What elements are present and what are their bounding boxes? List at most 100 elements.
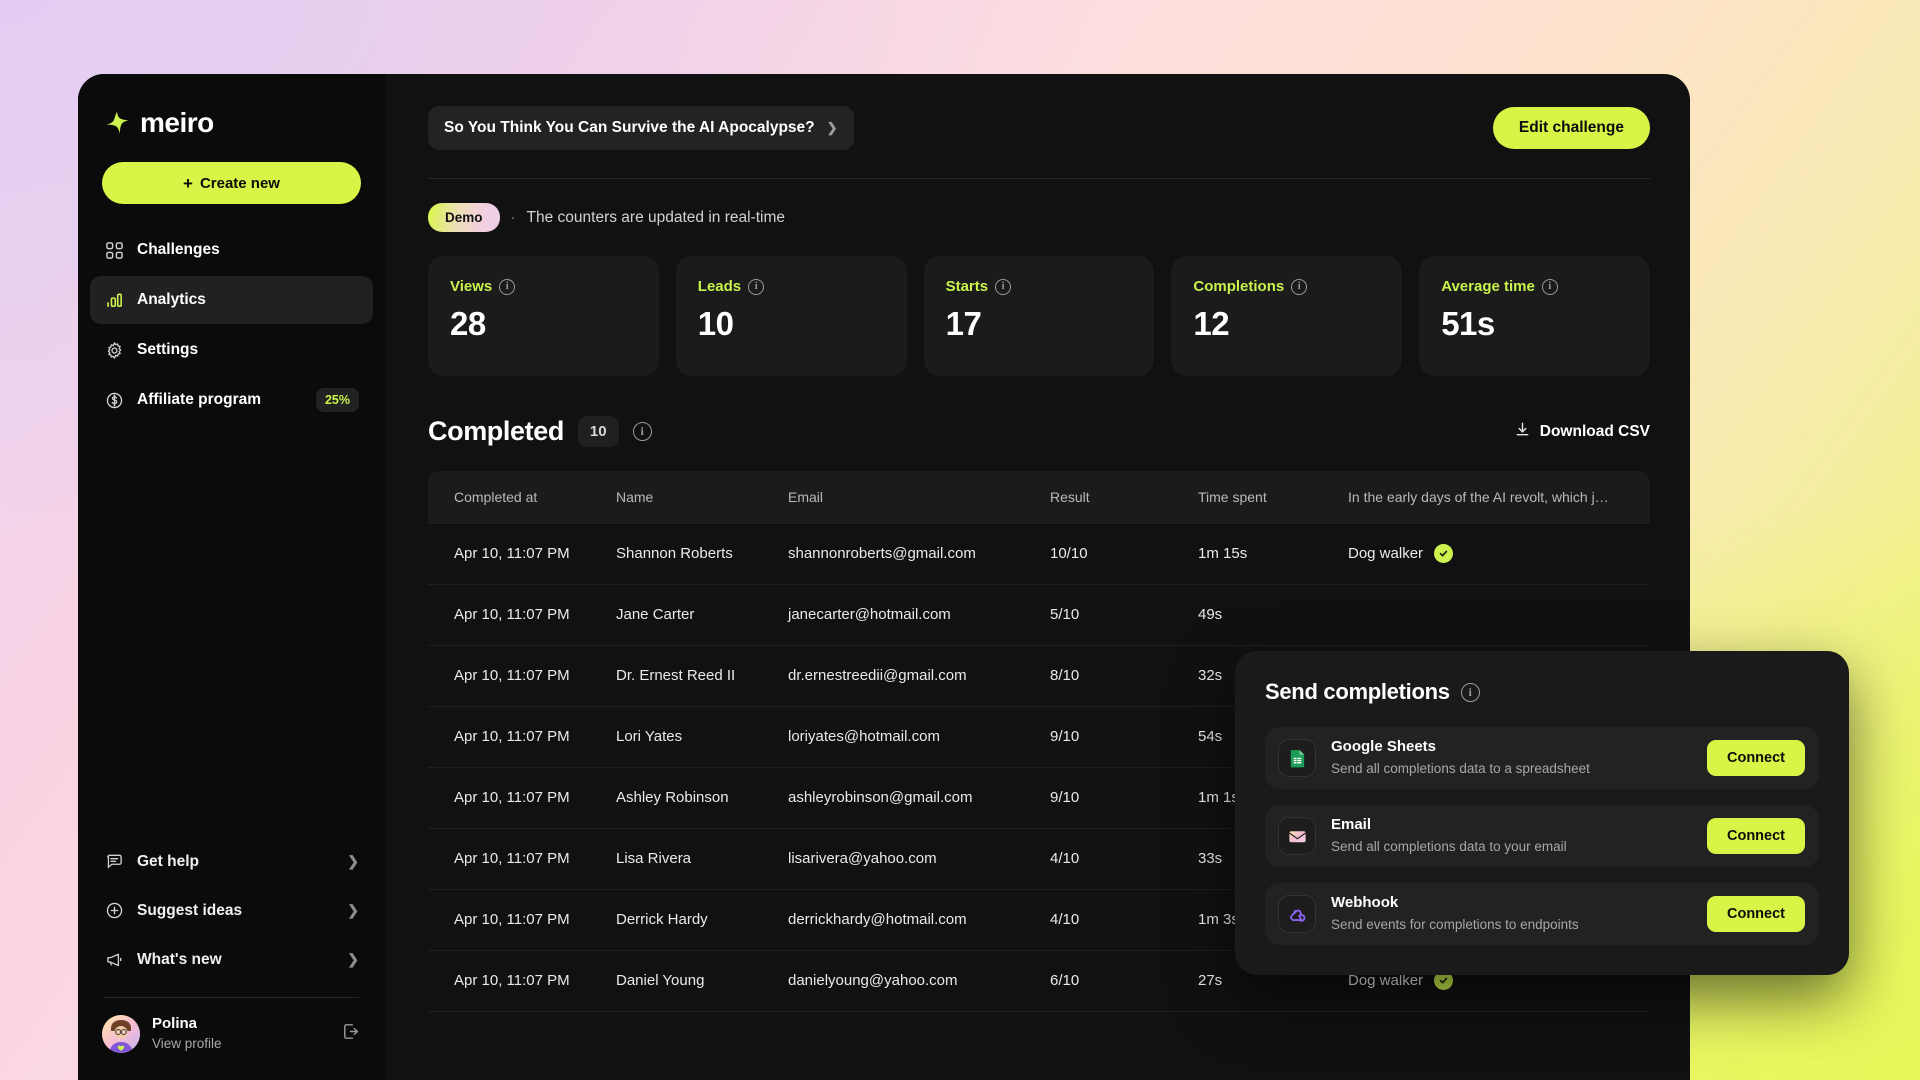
cell-result: 8/10	[1024, 645, 1172, 707]
challenge-name: So You Think You Can Survive the AI Apoc…	[444, 119, 815, 136]
send-completions-panel: Send completions i Google Sheets Send al…	[1235, 651, 1849, 975]
column-header-question[interactable]: In the early days of the AI revolt, whic…	[1322, 471, 1650, 523]
sidebar-item-analytics[interactable]: Analytics	[90, 276, 373, 324]
cell-email: dr.ernestreedii@gmail.com	[762, 645, 1024, 707]
chat-bubble-icon	[104, 852, 124, 872]
table-header: Completed at Name Email Result Time spen…	[428, 471, 1650, 523]
brand[interactable]: meiro	[78, 74, 385, 140]
dollar-circle-icon	[104, 390, 124, 410]
cell-result: 4/10	[1024, 828, 1172, 890]
column-header-result[interactable]: Result	[1024, 471, 1172, 523]
cell-completed-at: Apr 10, 11:07 PM	[428, 584, 590, 646]
cell-email: danielyoung@yahoo.com	[762, 950, 1024, 1012]
cell-completed-at: Apr 10, 11:07 PM	[428, 828, 590, 890]
info-icon[interactable]: i	[499, 278, 516, 295]
chevron-down-icon: ❯	[826, 120, 838, 135]
stat-card-leads: Leads i 10	[675, 256, 907, 376]
column-header-completed-at[interactable]: Completed at	[428, 471, 590, 523]
user-profile[interactable]: Polina View profile	[78, 998, 385, 1080]
cell-time-spent: 1m 15s	[1172, 522, 1322, 585]
cell-completed-at: Apr 10, 11:07 PM	[428, 522, 590, 585]
plus-circle-icon	[104, 901, 124, 921]
integration-name: Email	[1331, 816, 1372, 834]
cell-email: loriyates@hotmail.com	[762, 706, 1024, 768]
connect-button-webhook[interactable]: Connect	[1707, 896, 1805, 932]
column-header-email[interactable]: Email	[762, 471, 1024, 523]
edit-challenge-button[interactable]: Edit challenge	[1492, 107, 1650, 149]
secondary-nav: Get help ❯ Suggest ideas ❯ What's new ❯	[78, 838, 385, 983]
stat-label: Views	[450, 278, 493, 295]
google-sheets-icon	[1278, 739, 1316, 777]
demo-notice: Demo · The counters are updated in real-…	[385, 179, 1690, 232]
create-new-button[interactable]: + Create new	[102, 162, 361, 204]
profile-subtitle: View profile	[152, 1036, 222, 1051]
profile-name: Polina	[152, 1015, 198, 1032]
download-csv-button[interactable]: Download CSV	[1514, 421, 1650, 443]
cell-result: 4/10	[1024, 889, 1172, 951]
integration-description: Send all completions data to your email	[1331, 839, 1567, 854]
logout-icon[interactable]	[340, 1021, 361, 1047]
sidebar-item-label: Settings	[137, 341, 199, 358]
stat-label: Average time	[1441, 278, 1535, 295]
integration-description: Send events for completions to endpoints	[1331, 917, 1579, 932]
stat-label: Completions	[1193, 278, 1285, 295]
cell-completed-at: Apr 10, 11:07 PM	[428, 767, 590, 829]
sidebar-item-label: Analytics	[137, 291, 206, 308]
info-icon[interactable]: i	[995, 278, 1012, 295]
separator-dot: ·	[510, 209, 516, 226]
info-icon[interactable]: i	[1291, 278, 1308, 295]
cell-result: 9/10	[1024, 706, 1172, 768]
table-row[interactable]: Apr 10, 11:07 PM Jane Carter janecarter@…	[428, 584, 1650, 646]
info-icon[interactable]: i	[632, 422, 652, 441]
sidebar-item-settings[interactable]: Settings	[90, 326, 373, 374]
sidebar-item-get-help[interactable]: Get help ❯	[90, 838, 373, 885]
stat-card-average-time: Average time i 51s	[1419, 256, 1650, 376]
sparkle-icon	[104, 110, 130, 136]
realtime-note: The counters are updated in real-time	[526, 208, 785, 226]
info-icon[interactable]: i	[1541, 278, 1558, 295]
cell-result: 9/10	[1024, 767, 1172, 829]
stat-label: Starts	[945, 278, 989, 295]
primary-nav: Challenges Analytics Settings Affiliate …	[78, 226, 385, 424]
cell-name: Shannon Roberts	[590, 522, 762, 585]
sidebar-item-challenges[interactable]: Challenges	[90, 226, 373, 274]
webhook-icon	[1278, 895, 1316, 933]
integration-description: Send all completions data to a spreadshe…	[1331, 761, 1590, 776]
cell-result: 6/10	[1024, 950, 1172, 1012]
info-icon[interactable]: i	[1460, 682, 1480, 702]
avatar	[102, 1015, 140, 1053]
stats-row: Views i 28 Leads i 10 Starts i 17 Comple…	[385, 232, 1690, 376]
cell-answer	[1322, 584, 1650, 646]
connect-button-google-sheets[interactable]: Connect	[1707, 740, 1805, 776]
bar-chart-icon	[104, 290, 124, 310]
column-header-time-spent[interactable]: Time spent	[1172, 471, 1322, 523]
integration-google-sheets: Google Sheets Send all completions data …	[1265, 727, 1819, 789]
stat-value: 10	[697, 305, 734, 342]
connect-button-email[interactable]: Connect	[1707, 818, 1805, 854]
integration-email: Email Send all completions data to your …	[1265, 805, 1819, 867]
cell-completed-at: Apr 10, 11:07 PM	[428, 645, 590, 707]
gear-icon	[104, 340, 124, 360]
sidebar-item-label: Suggest ideas	[137, 901, 243, 919]
sidebar-item-whats-new[interactable]: What's new ❯	[90, 936, 373, 983]
cell-completed-at: Apr 10, 11:07 PM	[428, 950, 590, 1012]
download-csv-label: Download CSV	[1539, 422, 1650, 440]
cell-result: 10/10	[1024, 522, 1172, 585]
challenge-selector[interactable]: So You Think You Can Survive the AI Apoc…	[428, 106, 854, 150]
column-header-name[interactable]: Name	[590, 471, 762, 523]
stat-value: 51s	[1441, 305, 1495, 342]
stat-card-views: Views i 28	[428, 256, 659, 376]
brand-name: meiro	[140, 107, 214, 138]
cell-email: derrickhardy@hotmail.com	[762, 889, 1024, 951]
completed-section-header: Completed 10 i Download CSV	[385, 376, 1690, 447]
table-row[interactable]: Apr 10, 11:07 PM Shannon Roberts shannon…	[428, 522, 1650, 585]
cell-completed-at: Apr 10, 11:07 PM	[428, 706, 590, 768]
cell-email: lisarivera@yahoo.com	[762, 828, 1024, 890]
page-title: Completed	[428, 416, 564, 446]
sidebar-item-suggest-ideas[interactable]: Suggest ideas ❯	[90, 887, 373, 934]
cell-email: janecarter@hotmail.com	[762, 584, 1024, 646]
info-icon[interactable]: i	[748, 278, 765, 295]
cell-time-spent: 49s	[1172, 584, 1322, 646]
sidebar-item-affiliate-program[interactable]: Affiliate program 25%	[90, 376, 373, 424]
chevron-right-icon: ❯	[347, 853, 359, 869]
